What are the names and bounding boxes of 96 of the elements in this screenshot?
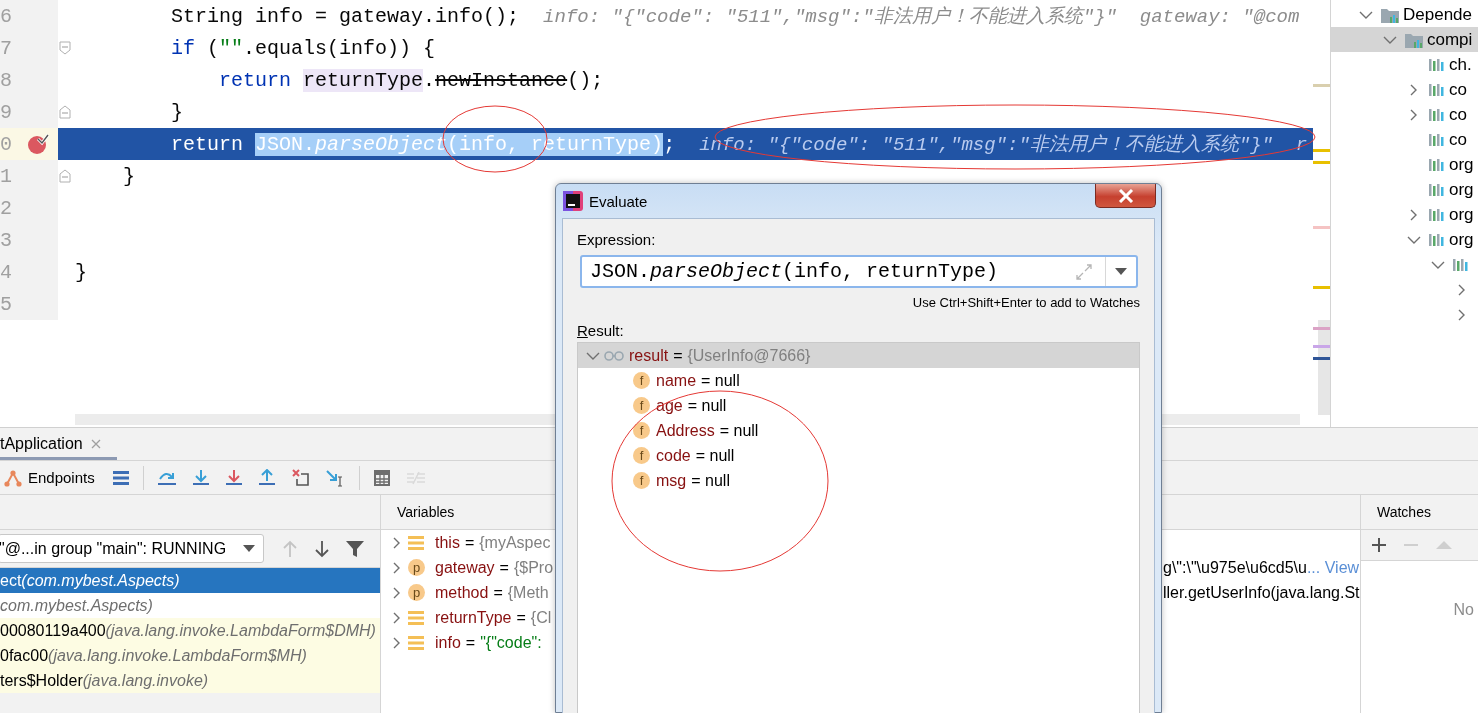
- tree-item[interactable]: Depende: [1331, 2, 1478, 27]
- panel-title: Variables: [396, 504, 455, 520]
- parameter-icon: p: [408, 584, 425, 601]
- tree-item[interactable]: f age = null: [578, 393, 1139, 418]
- variable-text: gateway = {$Pro: [435, 558, 554, 577]
- frame-item[interactable]: ect(com.mybest.Aspects): [0, 568, 380, 593]
- line-number: 0: [0, 132, 13, 156]
- tree-item[interactable]: f msg = null: [578, 468, 1139, 493]
- line-number: 8: [0, 68, 13, 92]
- down-arrow-icon[interactable]: [225, 469, 242, 486]
- thread-dropdown[interactable]: "@...in group "main": RUNNING: [0, 534, 264, 563]
- frame-item[interactable]: 00080119a400(java.lang.invoke.LambdaForm$DMH): [0, 618, 380, 643]
- variable-value: ller.getUserInfo(java.lang.St: [1163, 583, 1360, 602]
- plus-icon[interactable]: [1372, 538, 1386, 552]
- endpoints-icon: [4, 468, 22, 487]
- tree-item[interactable]: org: [1331, 202, 1478, 227]
- code-line: if ("".equals(info)) {: [170, 36, 436, 60]
- variable-text: returnType = {Cl: [435, 608, 552, 627]
- variable-value: g\":\"\u975e\u6cd5\u: [1163, 558, 1307, 577]
- frame-item[interactable]: 0fac00(java.lang.invoke.LambdaForm$MH): [0, 643, 380, 668]
- line-number: 1: [0, 164, 13, 188]
- field-icon: f: [633, 372, 650, 389]
- line-number: 2: [0, 196, 13, 220]
- field-icon: f: [633, 447, 650, 464]
- inline-value-hint: info: "{"code": "511","msg":"非法用户！不能进入系统"}" gateway: "@com: [543, 5, 1300, 29]
- tree-item[interactable]: f Address = null: [578, 418, 1139, 443]
- line-number: 3: [0, 228, 13, 252]
- line-number: 7: [0, 36, 13, 60]
- frame-item[interactable]: com.mybest.Aspects): [0, 593, 380, 618]
- field-icon: f: [633, 472, 650, 489]
- line-number: 4: [0, 260, 13, 284]
- down-arrow-icon[interactable]: [192, 469, 209, 486]
- tree-item[interactable]: co: [1331, 102, 1478, 127]
- down-arrow-icon[interactable]: [314, 539, 330, 558]
- tree-item[interactable]: org: [1331, 177, 1478, 202]
- line-number: 5: [0, 292, 13, 316]
- hint-text: Use Ctrl+Shift+Enter to add to Watches: [911, 295, 1140, 310]
- library-icon: [1429, 131, 1445, 148]
- folder-icon: [1381, 6, 1399, 23]
- code-line: }: [122, 164, 135, 188]
- panel-title: Watches: [1376, 504, 1431, 520]
- field-icon: f: [633, 422, 650, 439]
- cross-frame-icon[interactable]: [291, 469, 309, 486]
- library-icon: [1429, 106, 1445, 123]
- library-icon: [1429, 206, 1445, 223]
- tree-item[interactable]: ch.: [1331, 52, 1478, 77]
- close-icon[interactable]: [90, 438, 101, 449]
- fold-marker-icon[interactable]: [59, 41, 71, 55]
- variable-text: this = {myAspec: [435, 533, 551, 552]
- library-icon: [1429, 56, 1445, 73]
- frame-item[interactable]: ters$Holder(java.lang.invoke): [0, 668, 380, 693]
- field-label: Expression:: [577, 231, 657, 248]
- tree-item[interactable]: f name = null: [578, 368, 1139, 393]
- code-line: return returnType.newInstance();: [218, 68, 604, 92]
- fold-marker-icon[interactable]: [59, 105, 71, 119]
- variable-text: info = "{"code":: [435, 633, 542, 652]
- glasses-icon: [604, 350, 624, 361]
- library-icon: [1429, 81, 1445, 98]
- library-icon: [1429, 231, 1445, 248]
- code-line: }: [75, 260, 87, 284]
- library-icon: [1429, 156, 1445, 173]
- tree-item[interactable]: org: [1331, 152, 1478, 177]
- diagonal-arrow-icon[interactable]: [325, 468, 345, 487]
- close-button[interactable]: [1095, 184, 1156, 208]
- caret-icon: [243, 544, 255, 553]
- variable-text: method = {Meth: [435, 583, 549, 602]
- field-label: Result:: [577, 322, 625, 339]
- up-arrow-icon[interactable]: [258, 469, 275, 486]
- library-icon: [1453, 256, 1469, 273]
- expression-field[interactable]: JSON.parseObject(info, returnType): [580, 255, 1138, 288]
- list-icon[interactable]: [112, 470, 129, 485]
- line-number: 9: [0, 100, 13, 124]
- folder-icon: [1405, 31, 1423, 48]
- tree-item[interactable]: org: [1331, 227, 1478, 252]
- endpoints-button[interactable]: Endpoints: [4, 468, 95, 487]
- tree-item[interactable]: compi: [1331, 27, 1478, 52]
- breakpoint-icon[interactable]: [27, 133, 49, 155]
- window-title: Evaluate: [589, 193, 648, 210]
- run-tab[interactable]: tApplication: [0, 430, 117, 460]
- caret-icon[interactable]: [1115, 268, 1127, 275]
- filter-icon[interactable]: [346, 539, 364, 558]
- parameter-icon: p: [408, 559, 425, 576]
- fold-marker-icon[interactable]: [59, 169, 71, 183]
- tree-item[interactable]: result = {UserInfo@7666}: [578, 343, 1139, 368]
- field-icon: f: [633, 397, 650, 414]
- tree-item[interactable]: f code = null: [578, 443, 1139, 468]
- library-icon: [1429, 181, 1445, 198]
- code-line: }: [170, 100, 184, 124]
- tree-item[interactable]: co: [1331, 77, 1478, 102]
- app-icon: [563, 191, 583, 211]
- line-number: 6: [0, 4, 13, 28]
- calculator-icon[interactable]: [373, 469, 390, 486]
- code-line: String info = gateway.info();: [170, 4, 520, 28]
- tree-item[interactable]: co: [1331, 127, 1478, 152]
- close-icon: [1117, 188, 1134, 203]
- empty-text: No: [1453, 601, 1475, 620]
